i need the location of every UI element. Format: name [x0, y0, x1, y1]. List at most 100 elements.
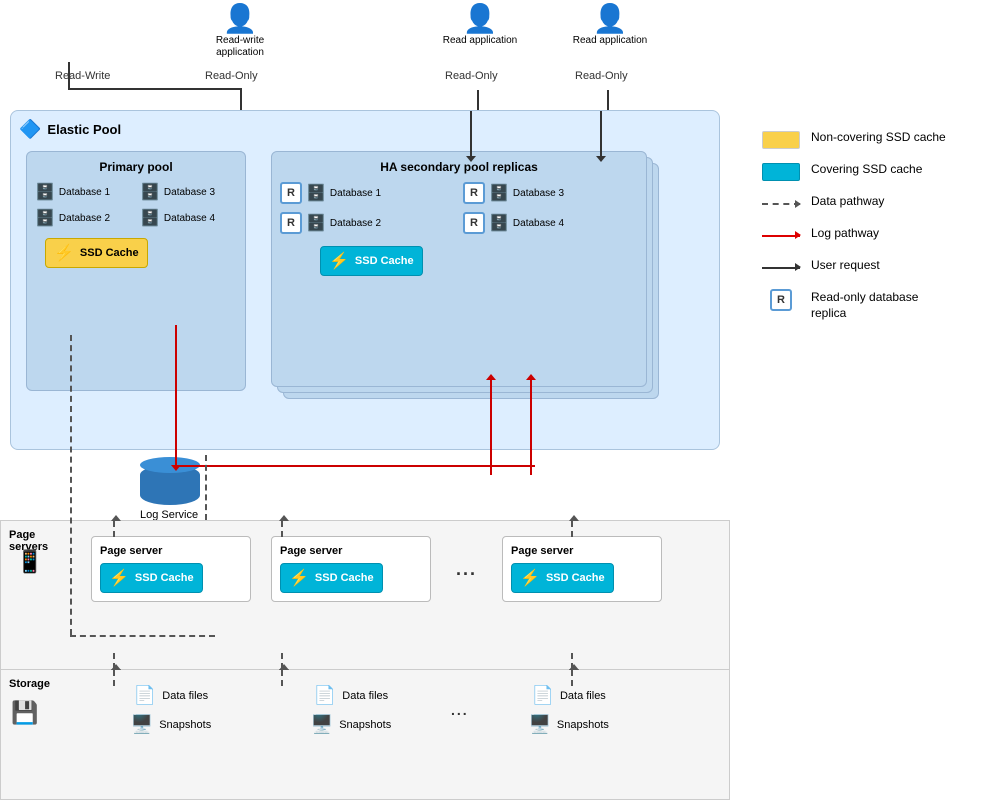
db4-icon: 🗄️: [140, 208, 160, 228]
legend-item-user-request: User request: [761, 258, 971, 278]
page-server-2: Page server ⚡ SSD Cache: [271, 536, 431, 602]
lightning-ps3: ⚡: [520, 568, 540, 588]
ha-db4-icon: 🗄️: [489, 213, 509, 233]
rw-read-only-label: Read-Only: [205, 70, 258, 82]
log-pathway-arrow: [762, 235, 800, 237]
data-files-icon-2: 📄: [314, 685, 336, 706]
dashed-up-s3: [571, 670, 573, 686]
dashed-arrow-p1-down: [205, 455, 207, 520]
elastic-pool: 🔷 Elastic Pool Primary pool 🗄️ Database …: [10, 110, 720, 450]
ha-ssd-cache: ⚡ SSD Cache: [320, 246, 423, 276]
legend-symbol-user-request: [761, 258, 801, 278]
legend-label-non-covering: Non-covering SSD cache: [811, 130, 946, 146]
legend-item-readonly-replica: R Read-only databasereplica: [761, 290, 971, 321]
lightning-ps1: ⚡: [109, 568, 129, 588]
page-server-3: Page server ⚡ SSD Cache: [502, 536, 662, 602]
data-files-icon-3: 📄: [532, 685, 554, 706]
page-server-1: Page server ⚡ SSD Cache: [91, 536, 251, 602]
ha-r2: R: [280, 212, 302, 234]
ha-db3: R 🗄️ Database 3: [463, 182, 638, 204]
db2-label: Database 2: [59, 213, 110, 224]
ha-db3-label: Database 3: [513, 188, 564, 199]
diagram-area: Read-Write 👤 Read-writeapplication Read-…: [0, 0, 740, 800]
person-icon-r1: 👤: [440, 5, 520, 33]
legend-label-data-pathway: Data pathway: [811, 194, 884, 210]
dashed-up-ps2: [281, 521, 283, 537]
storage-items: 📄 Data files 🖥️ Snapshots 📄 Data files 🖥…: [91, 685, 649, 735]
db4-label: Database 4: [164, 213, 215, 224]
ps-dots: ...: [451, 559, 482, 580]
ps3-title: Page server: [511, 545, 653, 557]
ha-db3-icon: 🗄️: [489, 183, 509, 203]
legend-label-covering: Covering SSD cache: [811, 162, 922, 178]
db2: 🗄️ Database 2: [35, 208, 132, 228]
ha-db1-icon: 🗄️: [306, 183, 326, 203]
snapshots-label-3: Snapshots: [557, 719, 609, 731]
storage-label: Storage: [9, 678, 50, 690]
top-section: Read-Write 👤 Read-writeapplication Read-…: [0, 0, 720, 110]
read-app1-label: Read application: [440, 35, 520, 47]
legend-item-non-covering: Non-covering SSD cache: [761, 130, 971, 150]
ps3-ssd: ⚡ SSD Cache: [511, 563, 614, 593]
snapshots-icon-3: 🖥️: [528, 714, 550, 735]
data-files-icon-1: 📄: [134, 685, 156, 706]
primary-ssd-cache: ⚡ SSD Cache: [45, 238, 148, 268]
data-files-1: 📄 Data files: [134, 685, 208, 706]
dashed-bottom-h: [70, 635, 215, 637]
ps1-title: Page server: [100, 545, 242, 557]
db4: 🗄️ Database 4: [140, 208, 237, 228]
user-request-arrow: [762, 267, 800, 269]
red-arrow-primary-to-log: [175, 325, 177, 465]
storage-icon: 💾: [11, 700, 38, 726]
read-app1-person: 👤 Read application: [440, 5, 520, 47]
covering-ssd-swatch: [762, 163, 800, 181]
snapshots-label-2: Snapshots: [339, 719, 391, 731]
read-app2-label: Read application: [570, 35, 650, 47]
storage-col-3: 📄 Data files 🖥️ Snapshots: [489, 685, 649, 735]
ha-r4: R: [463, 212, 485, 234]
db1-label: Database 1: [59, 187, 110, 198]
elastic-pool-title: 🔷 Elastic Pool: [19, 119, 711, 140]
data-files-label-1: Data files: [162, 690, 208, 702]
snapshots-2: 🖥️ Snapshots: [311, 714, 391, 735]
legend: Non-covering SSD cache Covering SSD cach…: [746, 120, 986, 343]
rw-app-label: Read-writeapplication: [200, 35, 280, 59]
ha-pool-title: HA secondary pool replicas: [280, 160, 638, 174]
lightning-ha: ⚡: [329, 251, 349, 271]
data-files-2: 📄 Data files: [314, 685, 388, 706]
ha-r3: R: [463, 182, 485, 204]
ps2-ssd: ⚡ SSD Cache: [280, 563, 383, 593]
storage-dots: ...: [451, 702, 469, 718]
ha-db4-label: Database 4: [513, 218, 564, 229]
primary-ssd-label: SSD Cache: [80, 247, 139, 259]
storage-col-1: 📄 Data files 🖥️ Snapshots: [91, 685, 251, 735]
ps2-ssd-label: SSD Cache: [315, 572, 374, 584]
log-service-area: Log Service: [140, 465, 200, 521]
primary-db-grid: 🗄️ Database 1 🗄️ Database 3 🗄️ Database …: [35, 182, 237, 232]
legend-item-covering: Covering SSD cache: [761, 162, 971, 182]
ha-stack-front: HA secondary pool replicas R 🗄️ Database…: [271, 151, 647, 387]
ha-db2: R 🗄️ Database 2: [280, 212, 455, 234]
legend-label-user-request: User request: [811, 258, 880, 274]
ha-db4: R 🗄️ Database 4: [463, 212, 638, 234]
storage-section: Storage 💾 📄 Data files 🖥️ Snapshots 📄 Da…: [0, 670, 730, 800]
ha-db1: R 🗄️ Database 1: [280, 182, 455, 204]
legend-label-readonly: Read-only databasereplica: [811, 290, 918, 321]
ha-db-grid: R 🗄️ Database 1 R 🗄️ Database 3 R 🗄️ Dat…: [280, 182, 638, 238]
dashed-up-ps1: [113, 521, 115, 537]
storage-col-2: 📄 Data files 🖥️ Snapshots: [271, 685, 431, 735]
primary-pool-title: Primary pool: [35, 160, 237, 174]
red-h-line: [175, 465, 535, 467]
dashed-up-s2: [281, 670, 283, 686]
data-files-label-2: Data files: [342, 690, 388, 702]
legend-symbol-log-pathway: [761, 226, 801, 246]
legend-symbol-covering: [761, 162, 801, 182]
legend-item-data-pathway: Data pathway: [761, 194, 971, 214]
page-servers-boxes: Page server ⚡ SSD Cache Page server ⚡ SS…: [91, 536, 662, 602]
cylinder-shape: [140, 465, 200, 505]
db3-icon: 🗄️: [140, 182, 160, 202]
lightning-primary: ⚡: [54, 243, 74, 263]
legend-label-log-pathway: Log pathway: [811, 226, 879, 242]
read-app2-readonly-label: Read-Only: [575, 70, 628, 82]
ps1-ssd-label: SSD Cache: [135, 572, 194, 584]
